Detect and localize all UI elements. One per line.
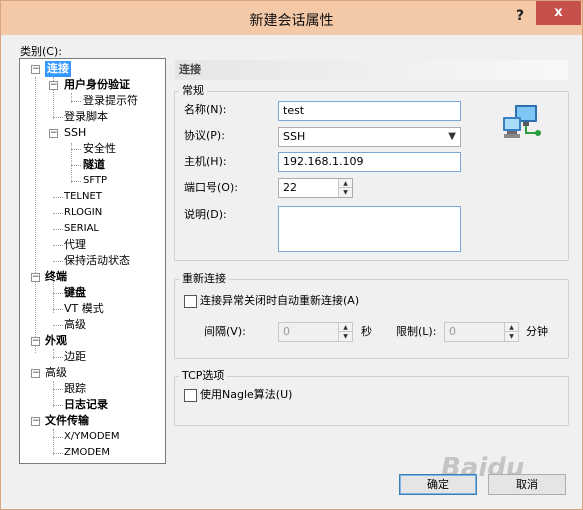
auto-reconnect-checkbox[interactable] (184, 295, 197, 308)
section-header: 连接 (175, 60, 568, 80)
port-label: 端口号(O): (184, 181, 238, 194)
tree-item-ssh[interactable]: SSH (64, 125, 86, 141)
port-stepper[interactable]: 22 ▲ ▼ (278, 178, 353, 198)
reconnect-group (174, 279, 569, 359)
tree-item-connection[interactable]: 连接 (45, 61, 71, 77)
arrow-down-icon[interactable]: ▼ (339, 188, 352, 197)
cancel-button[interactable]: 取消 (488, 474, 566, 495)
tree-item-login-script[interactable]: 登录脚本 (64, 109, 108, 125)
description-input[interactable] (278, 206, 461, 252)
help-button[interactable]: ? (509, 6, 531, 26)
port-spin[interactable]: ▲ ▼ (338, 179, 352, 197)
collapse-icon[interactable]: − (31, 273, 40, 282)
tree-item-tunnel[interactable]: 隧道 (83, 157, 105, 173)
tree-item-vt-mode[interactable]: VT 模式 (64, 301, 104, 317)
arrow-up-icon[interactable]: ▲ (339, 323, 352, 332)
tree-item-logging[interactable]: 日志记录 (64, 397, 108, 413)
auto-reconnect-label[interactable]: 连接异常关闭时自动重新连接(A) (200, 294, 359, 308)
arrow-up-icon[interactable]: ▲ (339, 179, 352, 188)
collapse-icon[interactable]: − (49, 81, 58, 90)
arrow-up-icon[interactable]: ▲ (505, 323, 518, 332)
port-value: 22 (283, 181, 297, 194)
nagle-label[interactable]: 使用Nagle算法(U) (200, 388, 292, 402)
tree-item-appearance[interactable]: 外观 (45, 333, 67, 349)
collapse-icon[interactable]: − (31, 369, 40, 378)
tree-item-terminal[interactable]: 终端 (45, 269, 67, 285)
tcp-group-title: TCP选项 (179, 370, 228, 382)
interval-spin[interactable]: ▲ ▼ (338, 323, 352, 341)
close-button[interactable]: x (536, 1, 581, 25)
collapse-icon[interactable]: − (49, 129, 58, 138)
tree-item-sftp[interactable]: SFTP (83, 173, 107, 189)
interval-label: 间隔(V): (204, 325, 246, 338)
interval-stepper[interactable]: 0 ▲ ▼ (278, 322, 353, 342)
tree-item-user-auth[interactable]: 用户身份验证 (64, 77, 130, 93)
protocol-select[interactable]: SSH ▼ (278, 127, 461, 147)
host-input[interactable]: 192.168.1.109 (278, 152, 461, 172)
chevron-down-icon: ▼ (448, 131, 456, 142)
interval-value: 0 (283, 325, 290, 338)
tree-item-terminal-advanced[interactable]: 高级 (64, 317, 86, 333)
arrow-down-icon[interactable]: ▼ (339, 332, 352, 341)
interval-unit: 秒 (361, 325, 372, 338)
host-label: 主机(H): (184, 155, 227, 168)
limit-value: 0 (449, 325, 456, 338)
limit-label: 限制(L): (396, 325, 437, 338)
tree-item-keyboard[interactable]: 键盘 (64, 285, 86, 301)
tree-item-trace[interactable]: 跟踪 (64, 381, 86, 397)
nagle-checkbox[interactable] (184, 389, 197, 402)
tree-item-rlogin[interactable]: RLOGIN (64, 205, 102, 221)
tree-item-telnet[interactable]: TELNET (64, 189, 102, 205)
protocol-value: SSH (283, 130, 306, 143)
arrow-down-icon[interactable]: ▼ (505, 332, 518, 341)
category-label: 类别(C): (20, 45, 62, 58)
dialog-window: 新建会话属性 ? x 类别(C): − 连接 − 用户身份验证 登录提示符 登录… (0, 0, 583, 510)
limit-unit: 分钟 (526, 325, 548, 338)
ok-button[interactable]: 确定 (399, 474, 477, 495)
limit-stepper[interactable]: 0 ▲ ▼ (444, 322, 519, 342)
dialog-title: 新建会话属性 (249, 13, 334, 29)
tree-item-keepalive[interactable]: 保持活动状态 (64, 253, 130, 269)
tree-item-file-transfer[interactable]: 文件传输 (45, 413, 89, 429)
collapse-icon[interactable]: − (31, 337, 40, 346)
tree-item-proxy[interactable]: 代理 (64, 237, 86, 253)
name-label: 名称(N): (184, 103, 227, 116)
limit-spin[interactable]: ▲ ▼ (504, 323, 518, 341)
description-label: 说明(D): (184, 208, 227, 221)
protocol-label: 协议(P): (184, 129, 225, 142)
reconnect-group-title: 重新连接 (179, 273, 229, 285)
computer-network-icon (503, 105, 541, 138)
title-bar: 新建会话属性 ? x (1, 1, 582, 35)
tree-item-serial[interactable]: SERIAL (64, 221, 99, 237)
collapse-icon[interactable]: − (31, 417, 40, 426)
tree-item-login-prompt[interactable]: 登录提示符 (83, 93, 138, 109)
tree-item-xymodem[interactable]: X/YMODEM (64, 429, 119, 445)
name-input[interactable]: test (278, 101, 461, 121)
tree-item-zmodem[interactable]: ZMODEM (64, 445, 110, 461)
general-group-title: 常规 (179, 85, 207, 97)
collapse-icon[interactable]: − (31, 65, 40, 74)
tree-item-margins[interactable]: 边距 (64, 349, 86, 365)
category-tree[interactable]: − 连接 − 用户身份验证 登录提示符 登录脚本 − SSH 安全性 隧道 SF… (19, 58, 166, 464)
tree-item-advanced[interactable]: 高级 (45, 365, 67, 381)
tree-item-security[interactable]: 安全性 (83, 141, 116, 157)
